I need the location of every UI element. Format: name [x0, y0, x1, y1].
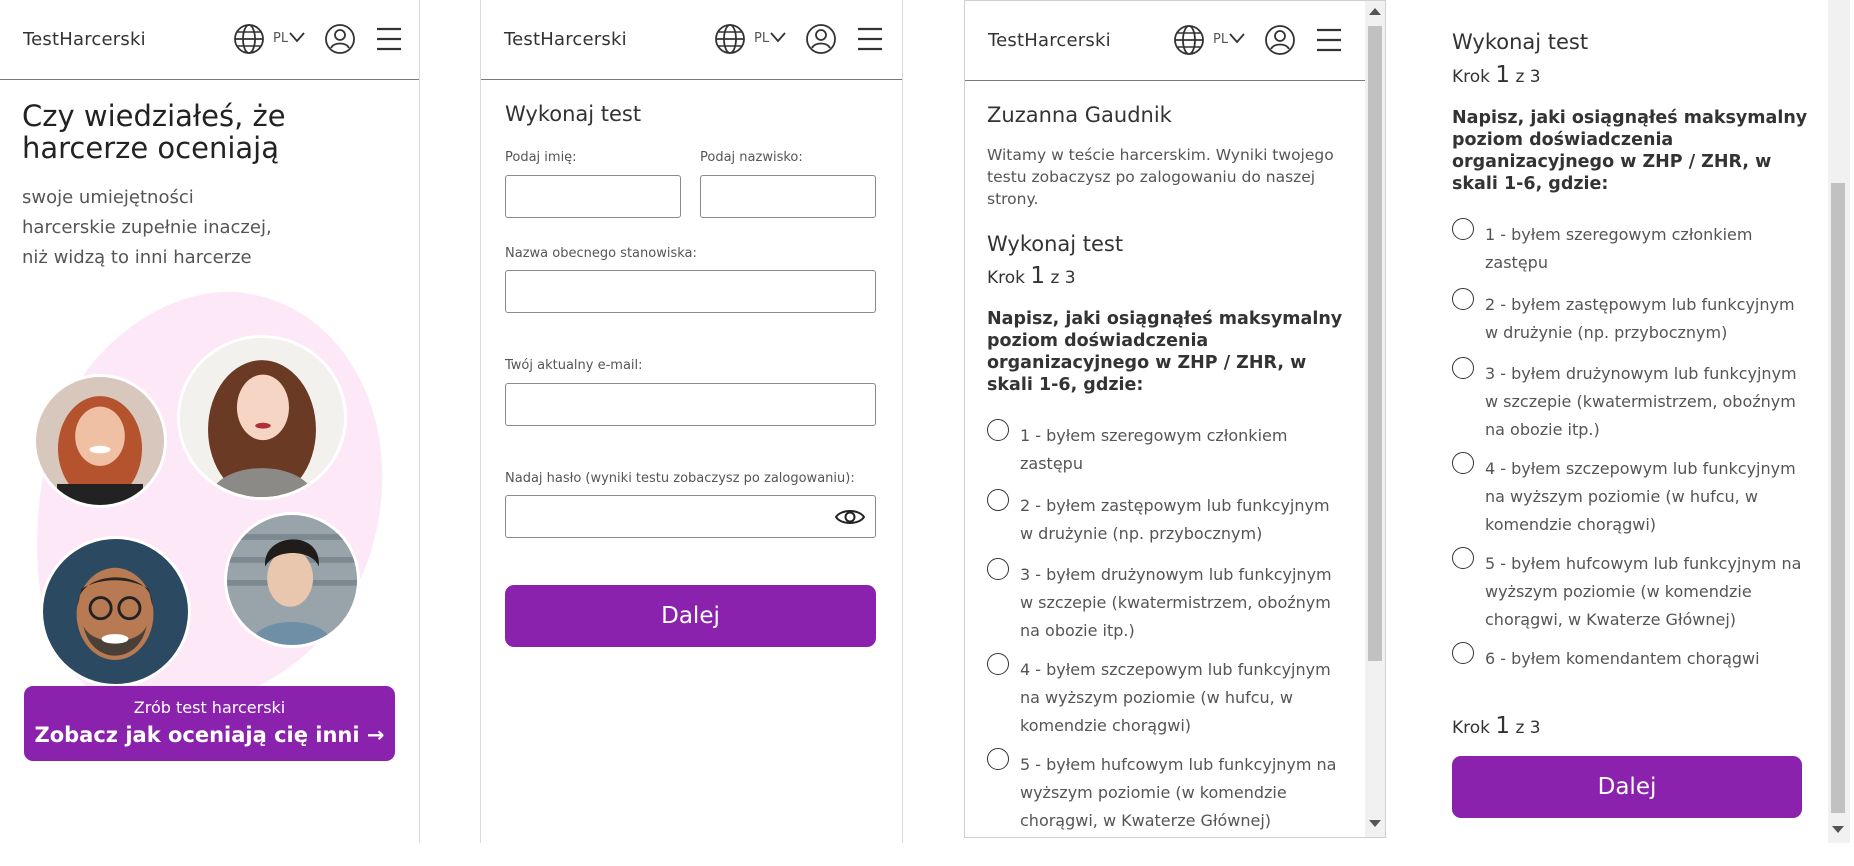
chevron-down-icon[interactable] — [289, 30, 305, 44]
language-label[interactable]: PL — [754, 31, 769, 46]
radio-button[interactable] — [1452, 547, 1474, 569]
next-button[interactable]: Dalej — [505, 585, 876, 647]
first-name-input[interactable] — [505, 175, 681, 218]
form-title: Wykonaj test — [505, 102, 642, 126]
radio-button[interactable] — [987, 748, 1009, 770]
question-text: Napisz, jaki osiągnąłeś maksymalny pozio… — [987, 309, 1343, 395]
first-name-label: Podaj imię: — [505, 150, 577, 165]
header: TestHarcerski PL — [0, 0, 419, 80]
user-circle-icon[interactable] — [1264, 24, 1296, 56]
globe-icon[interactable] — [233, 23, 265, 55]
avatar — [224, 512, 360, 648]
start-test-cta-button[interactable]: Zrób test harcerski Zobacz jak oceniają … — [24, 686, 395, 761]
user-circle-icon[interactable] — [805, 23, 837, 55]
hero-subtitle: swoje umiejętności harcerskie zupełnie i… — [22, 187, 272, 268]
user-name: Zuzanna Gaudnik — [987, 103, 1172, 127]
next-button[interactable]: Dalej — [1452, 756, 1802, 818]
password-label: Nadaj hasło (wyniki testu zobaczysz po z… — [505, 471, 855, 486]
question-text: Napisz, jaki osiągnąłeś maksymalny pozio… — [1452, 108, 1808, 194]
scrollbar[interactable] — [1828, 0, 1850, 843]
step-indicator: Krok 1 z 3 — [987, 263, 1076, 289]
scroll-down-arrow[interactable] — [1369, 820, 1381, 827]
radio-button[interactable] — [1452, 288, 1474, 310]
position-input[interactable] — [505, 270, 876, 313]
radio-button[interactable] — [1452, 357, 1474, 379]
avatar — [33, 374, 167, 508]
avatar — [177, 335, 347, 500]
email-input[interactable] — [505, 383, 876, 426]
radio-button[interactable] — [987, 653, 1009, 675]
step-indicator: Krok 1 z 3 — [1452, 62, 1541, 88]
landing-screen: TestHarcerski PL Czy wiedziałeś, że harc… — [0, 0, 420, 843]
chevron-down-icon[interactable] — [1229, 31, 1245, 45]
scrollbar-thumb[interactable] — [1368, 26, 1382, 661]
language-label[interactable]: PL — [1213, 32, 1228, 47]
scrollbar-thumb[interactable] — [1831, 183, 1845, 813]
quiz-title: Wykonaj test — [1452, 30, 1589, 54]
avatar — [40, 536, 191, 687]
password-input[interactable] — [505, 495, 876, 538]
last-name-label: Podaj nazwisko: — [700, 150, 803, 165]
scroll-up-arrow[interactable] — [1369, 8, 1381, 15]
scrollbar[interactable] — [1365, 1, 1385, 837]
header: TestHarcerski PL — [965, 1, 1365, 81]
form-screen: TestHarcerski PL Wykonaj test Podaj imię… — [480, 0, 903, 843]
quiz-title: Wykonaj test — [987, 232, 1124, 256]
email-label: Twój aktualny e-mail: — [505, 358, 643, 373]
radio-button[interactable] — [1452, 218, 1474, 240]
logo[interactable]: TestHarcerski — [504, 29, 627, 50]
hamburger-menu-icon[interactable] — [1315, 26, 1343, 54]
quiz-screen-top: TestHarcerski PL Zuzanna Gaudnik Witamy … — [964, 0, 1386, 838]
header: TestHarcerski PL — [481, 0, 902, 80]
radio-button[interactable] — [987, 558, 1009, 580]
intro-text: Witamy w teście harcerskim. Wyniki twoje… — [987, 146, 1334, 208]
radio-button[interactable] — [987, 489, 1009, 511]
radio-button[interactable] — [1452, 642, 1474, 664]
hero-title: Czy wiedziałeś, że harcerze oceniają — [22, 99, 286, 165]
hamburger-menu-icon[interactable] — [375, 25, 403, 53]
logo[interactable]: TestHarcerski — [23, 29, 146, 50]
language-label[interactable]: PL — [273, 31, 288, 46]
quiz-screen-scrolled: Wykonaj test Krok 1 z 3 Napisz, jaki osi… — [1428, 0, 1854, 843]
chevron-down-icon[interactable] — [770, 30, 786, 44]
eye-icon[interactable] — [835, 507, 865, 527]
last-name-input[interactable] — [700, 175, 876, 218]
position-label: Nazwa obecnego stanowiska: — [505, 246, 697, 261]
cta-headline: Zobacz jak oceniają cię inni → — [34, 723, 385, 747]
scroll-down-arrow[interactable] — [1832, 826, 1844, 833]
logo[interactable]: TestHarcerski — [988, 30, 1111, 51]
globe-icon[interactable] — [714, 23, 746, 55]
radio-button[interactable] — [1452, 452, 1474, 474]
user-circle-icon[interactable] — [324, 23, 356, 55]
step-indicator-bottom: Krok 1 z 3 — [1452, 713, 1541, 739]
radio-button[interactable] — [987, 419, 1009, 441]
globe-icon[interactable] — [1173, 24, 1205, 56]
hamburger-menu-icon[interactable] — [856, 25, 884, 53]
